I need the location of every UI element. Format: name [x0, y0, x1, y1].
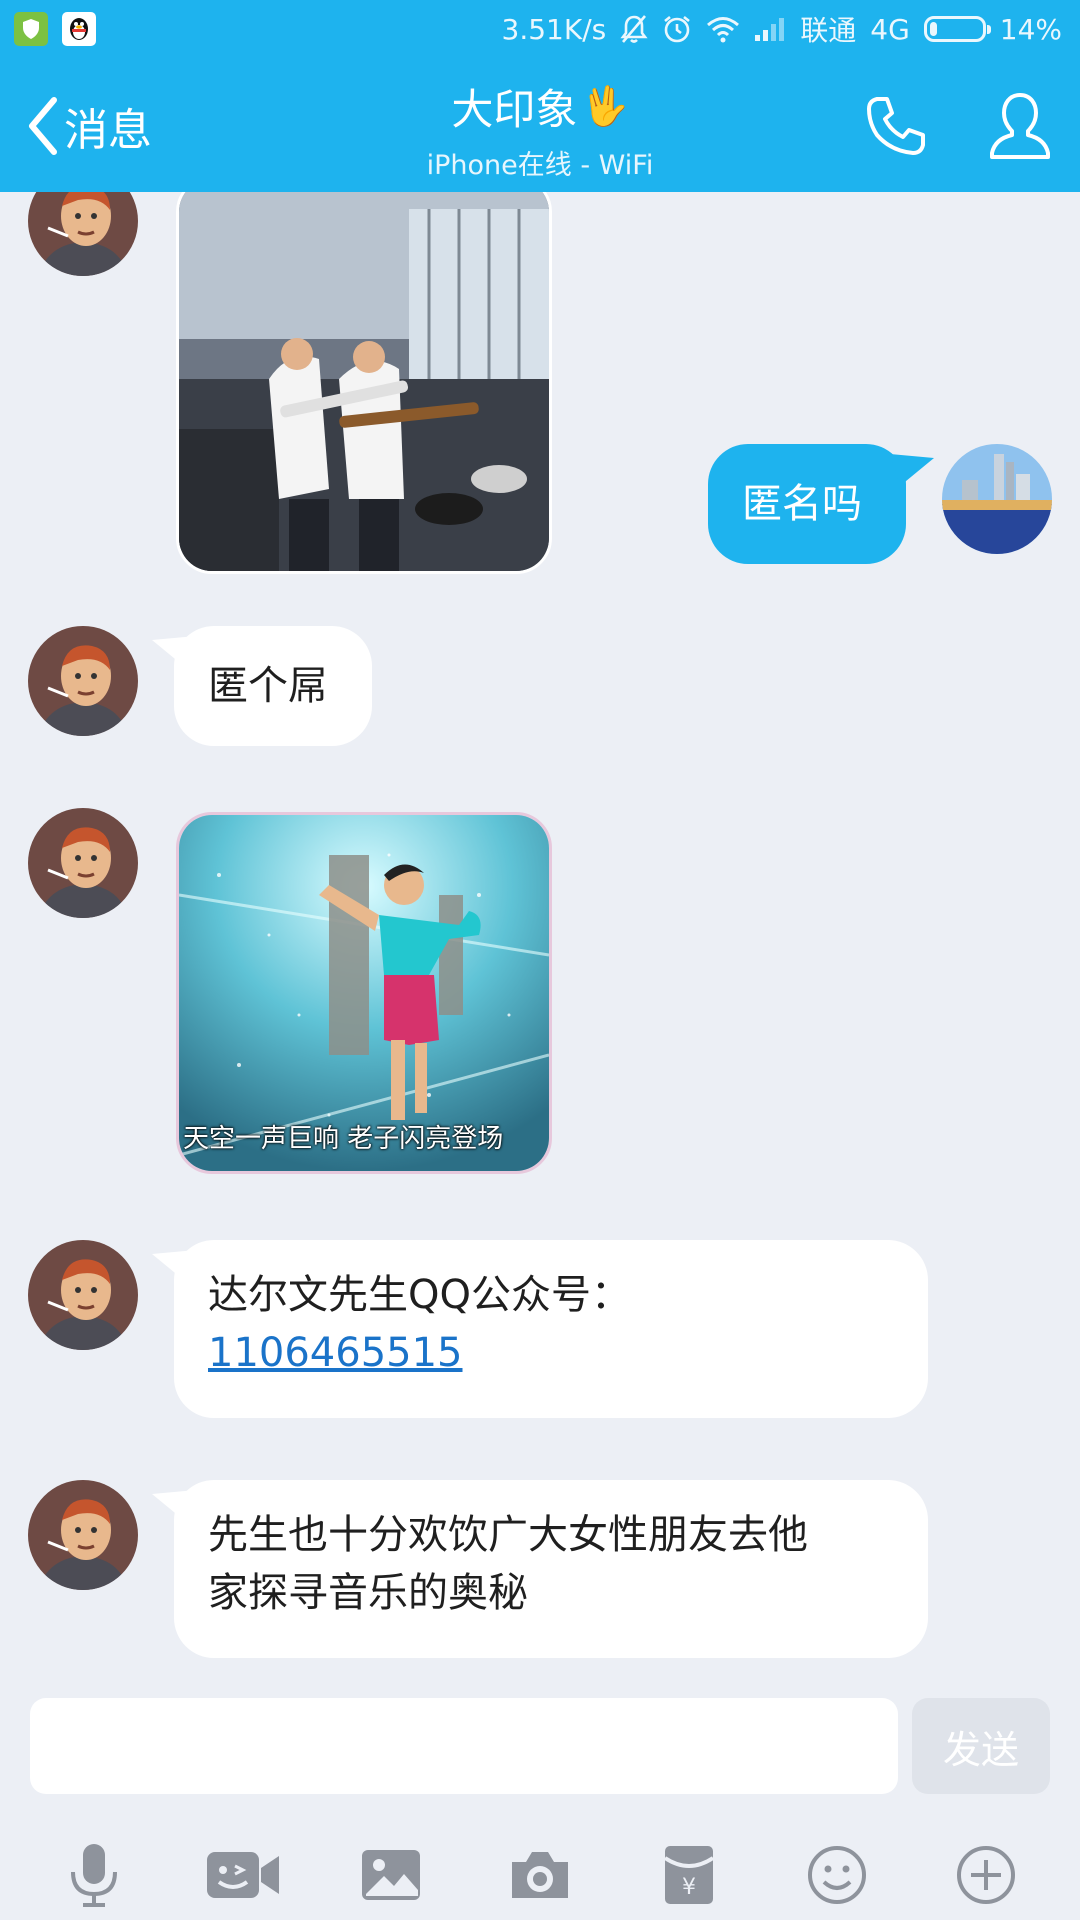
bubble-tail: [152, 1490, 196, 1522]
call-button[interactable]: [856, 86, 936, 166]
signal-icon: [754, 16, 786, 42]
alarm-clock-icon: [662, 14, 692, 44]
message-text: 匿名吗: [742, 481, 862, 527]
profile-icon: [990, 93, 1050, 159]
online-status: iPhone在线 - WiFi: [426, 150, 654, 181]
emoji-icon[interactable]: [792, 1835, 882, 1915]
contact-avatar[interactable]: [28, 1240, 138, 1350]
message-text-line: 先生也十分欢饮广大女性朋友去他: [208, 1512, 808, 1558]
bubble-tail: [152, 636, 196, 668]
bubble-tail: [890, 454, 934, 486]
contact-avatar[interactable]: [28, 808, 138, 918]
red-packet-icon[interactable]: ¥: [644, 1835, 734, 1915]
chat-message-list[interactable]: 匿名吗 匿个屌 天空一声巨响 老子闪亮登场 达尔文先生QQ公众号： 110646…: [0, 192, 1080, 1680]
message-input[interactable]: [30, 1698, 898, 1794]
message-bubble[interactable]: 先生也十分欢饮广大女性朋友去他 家探寻音乐的奥秘: [152, 1480, 928, 1658]
band-photo: [179, 192, 549, 571]
message-text-line: 家探寻音乐的奥秘: [208, 1570, 528, 1616]
phone-icon: [867, 97, 925, 155]
battery-icon: [923, 16, 991, 42]
camera-icon[interactable]: [495, 1835, 585, 1915]
vulcan-salute-emoji: 🖖: [581, 84, 629, 128]
send-button[interactable]: 发送: [912, 1698, 1050, 1794]
battery-percent: 14%: [999, 12, 1062, 46]
chat-toolbar: ¥: [0, 1830, 1080, 1920]
network-type: 4G: [870, 12, 910, 46]
message-bubble[interactable]: 达尔文先生QQ公众号： 1106465515: [152, 1240, 928, 1418]
battery-level: [929, 22, 937, 36]
qq-penguin-icon: [62, 12, 96, 46]
contact-avatar[interactable]: [28, 192, 138, 276]
back-chevron-icon: [29, 97, 57, 155]
profile-button[interactable]: [980, 86, 1060, 166]
image-message-meme[interactable]: 天空一声巨响 老子闪亮登场: [176, 812, 552, 1174]
qq-number-link[interactable]: 1106465515: [208, 1330, 463, 1376]
notification-icons: [14, 12, 96, 46]
message-bubble[interactable]: 匿个屌: [152, 626, 372, 746]
message-text: 匿个屌: [208, 663, 328, 709]
status-right: 3.51K/s 联通 4G 14%: [502, 9, 1063, 49]
chat-title-block[interactable]: 大印象 🖖 iPhone在线 - WiFi: [290, 76, 790, 182]
my-avatar[interactable]: [942, 444, 1052, 554]
image-icon[interactable]: [346, 1835, 436, 1915]
network-speed: 3.51K/s: [501, 12, 607, 46]
microphone-icon[interactable]: [49, 1835, 139, 1915]
bubble-tail: [152, 1250, 196, 1282]
message-bubble-mine[interactable]: 匿名吗: [708, 444, 934, 564]
qq-chat-screen: 3.51K/s 联通 4G 14% 消息 大印象 🖖 iPhone在线 - Wi…: [0, 0, 1080, 1920]
back-button[interactable]: 消息: [26, 94, 152, 158]
plus-icon[interactable]: [941, 1835, 1031, 1915]
mute-bell-icon: [620, 14, 648, 44]
image-message-band[interactable]: [176, 192, 552, 574]
top-bar: 3.51K/s 联通 4G 14% 消息 大印象 🖖 iPhone在线 - Wi…: [0, 0, 1080, 192]
input-area: 发送 ¥: [0, 1680, 1080, 1920]
nav-bar: 消息 大印象 🖖 iPhone在线 - WiFi: [0, 58, 1080, 192]
svg-text:¥: ¥: [682, 1875, 696, 1900]
status-bar: 3.51K/s 联通 4G 14%: [0, 0, 1080, 58]
message-text: 达尔文先生QQ公众号：: [208, 1272, 631, 1318]
contact-avatar[interactable]: [28, 1480, 138, 1590]
meme-caption: 天空一声巨响 老子闪亮登场: [183, 1124, 504, 1154]
carrier-label: 联通: [800, 14, 857, 47]
chat-title: 大印象: [451, 85, 578, 134]
shield-icon: [14, 12, 48, 46]
contact-avatar[interactable]: [28, 626, 138, 736]
wifi-icon: [706, 15, 740, 43]
video-chat-icon[interactable]: [198, 1835, 288, 1915]
back-label: 消息: [64, 105, 152, 156]
